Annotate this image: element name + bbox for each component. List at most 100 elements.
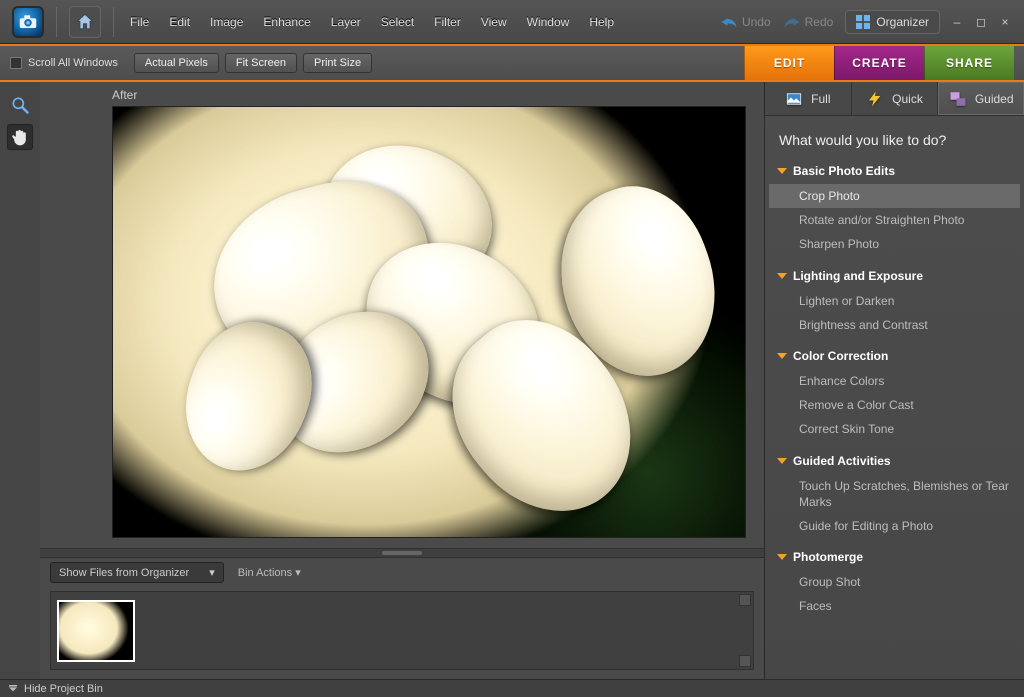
scroll-up-icon[interactable]: [739, 594, 751, 606]
triangle-down-icon: [777, 458, 787, 464]
subtab-quick[interactable]: Quick: [852, 82, 939, 115]
menu-view[interactable]: View: [471, 11, 517, 33]
hand-icon: [10, 127, 30, 147]
item-group-shot[interactable]: Group Shot: [769, 570, 1020, 594]
item-crop-photo[interactable]: Crop Photo: [769, 184, 1020, 208]
undo-redo: Undo Redo: [720, 15, 833, 29]
chevron-down-icon: ▾: [209, 566, 215, 579]
section-basic-photo-edits[interactable]: Basic Photo Edits: [769, 160, 1020, 182]
home-button[interactable]: [69, 6, 101, 38]
collapse-icon: [8, 685, 18, 693]
actual-pixels-button[interactable]: Actual Pixels: [134, 53, 219, 73]
bin-controls: Show Files from Organizer ▾ Bin Actions …: [40, 558, 764, 587]
canvas-label: After: [40, 82, 764, 106]
image-content: [113, 107, 745, 537]
item-enhance-colors[interactable]: Enhance Colors: [769, 369, 1020, 393]
checkbox-icon: [10, 57, 22, 69]
bin-source-dropdown[interactable]: Show Files from Organizer ▾: [50, 562, 224, 583]
mode-tabs: EDIT CREATE SHARE: [744, 46, 1014, 80]
item-brightness-contrast[interactable]: Brightness and Contrast: [769, 313, 1020, 337]
item-lighten-darken[interactable]: Lighten or Darken: [769, 289, 1020, 313]
scroll-all-windows-checkbox[interactable]: Scroll All Windows: [10, 57, 118, 69]
bin-strip: [50, 591, 754, 670]
divider: [113, 7, 114, 37]
bin-actions-label: Bin Actions: [238, 567, 292, 579]
fit-screen-button[interactable]: Fit Screen: [225, 53, 297, 73]
triangle-down-icon: [777, 168, 787, 174]
item-touch-up-scratches[interactable]: Touch Up Scratches, Blemishes or Tear Ma…: [769, 474, 1020, 514]
bin-actions-dropdown[interactable]: Bin Actions ▾: [238, 566, 301, 579]
quick-icon: [866, 90, 884, 108]
menu-filter[interactable]: Filter: [424, 11, 471, 33]
menu-file[interactable]: File: [120, 11, 159, 33]
hand-tool[interactable]: [7, 124, 33, 150]
mode-tab-edit[interactable]: EDIT: [744, 46, 834, 80]
undo-button[interactable]: Undo: [720, 15, 771, 29]
item-correct-skin-tone[interactable]: Correct Skin Tone: [769, 417, 1020, 441]
item-guide-editing-photo[interactable]: Guide for Editing a Photo: [769, 514, 1020, 538]
menu-edit[interactable]: Edit: [159, 11, 200, 33]
magnifier-icon: [10, 95, 30, 115]
divider: [56, 7, 57, 37]
window-controls: – ◻ ×: [948, 14, 1018, 30]
triangle-down-icon: [777, 273, 787, 279]
organizer-button[interactable]: Organizer: [845, 10, 940, 34]
item-sharpen-photo[interactable]: Sharpen Photo: [769, 232, 1020, 256]
subtab-quick-label: Quick: [892, 92, 923, 106]
edit-subtabs: Full Quick Guided: [765, 82, 1024, 116]
main-menus: File Edit Image Enhance Layer Select Fil…: [120, 11, 624, 33]
scroll-down-icon[interactable]: [739, 655, 751, 667]
hide-project-bin-button[interactable]: Hide Project Bin: [24, 683, 103, 695]
maximize-button[interactable]: ◻: [972, 14, 990, 30]
canvas-area: After Show Files from Organizer ▾ Bin Ac…: [40, 82, 764, 679]
menu-select[interactable]: Select: [371, 11, 424, 33]
mode-tab-create[interactable]: CREATE: [834, 46, 924, 80]
section-photomerge[interactable]: Photomerge: [769, 546, 1020, 568]
redo-label: Redo: [805, 15, 834, 29]
guided-panel-body: What would you like to do? Basic Photo E…: [765, 116, 1024, 638]
redo-button[interactable]: Redo: [783, 15, 834, 29]
chevron-down-icon: ▾: [295, 567, 301, 579]
zoom-tool[interactable]: [7, 92, 33, 118]
mode-tab-share[interactable]: SHARE: [924, 46, 1014, 80]
bin-scrollbar[interactable]: [739, 594, 751, 667]
app-logo: [12, 6, 44, 38]
section-guided-activities[interactable]: Guided Activities: [769, 450, 1020, 472]
options-bar-wrap: Scroll All Windows Actual Pixels Fit Scr…: [0, 44, 1024, 82]
item-remove-color-cast[interactable]: Remove a Color Cast: [769, 393, 1020, 417]
redo-icon: [783, 16, 801, 28]
section-color-correction[interactable]: Color Correction: [769, 345, 1020, 367]
organizer-label: Organizer: [876, 15, 929, 29]
bin-splitter[interactable]: [40, 548, 764, 558]
menu-layer[interactable]: Layer: [321, 11, 371, 33]
bin-thumbnail[interactable]: [57, 600, 135, 662]
guided-question: What would you like to do?: [779, 132, 1010, 148]
triangle-down-icon: [777, 554, 787, 560]
subtab-full-label: Full: [811, 92, 830, 106]
menu-enhance[interactable]: Enhance: [253, 11, 320, 33]
right-panel: Full Quick Guided What would you like to…: [764, 82, 1024, 679]
print-size-button[interactable]: Print Size: [303, 53, 372, 73]
section-lighting-exposure[interactable]: Lighting and Exposure: [769, 265, 1020, 287]
menu-help[interactable]: Help: [579, 11, 624, 33]
full-icon: [785, 90, 803, 108]
main-area: After Show Files from Organizer ▾ Bin Ac…: [0, 82, 1024, 679]
canvas-image[interactable]: [112, 106, 746, 538]
scroll-all-label: Scroll All Windows: [28, 57, 118, 69]
item-faces[interactable]: Faces: [769, 594, 1020, 618]
home-icon: [75, 12, 95, 32]
item-rotate-straighten[interactable]: Rotate and/or Straighten Photo: [769, 208, 1020, 232]
status-bar: Hide Project Bin: [0, 679, 1024, 697]
subtab-guided[interactable]: Guided: [938, 82, 1024, 115]
guided-icon: [949, 90, 967, 108]
minimize-button[interactable]: –: [948, 14, 966, 30]
menu-window[interactable]: Window: [517, 11, 580, 33]
menubar: File Edit Image Enhance Layer Select Fil…: [0, 0, 1024, 44]
camera-icon: [19, 15, 37, 29]
menu-image[interactable]: Image: [200, 11, 253, 33]
options-bar: Scroll All Windows Actual Pixels Fit Scr…: [0, 46, 1024, 80]
subtab-full[interactable]: Full: [765, 82, 852, 115]
undo-label: Undo: [742, 15, 771, 29]
close-button[interactable]: ×: [996, 14, 1014, 30]
tool-gutter: [0, 82, 40, 679]
